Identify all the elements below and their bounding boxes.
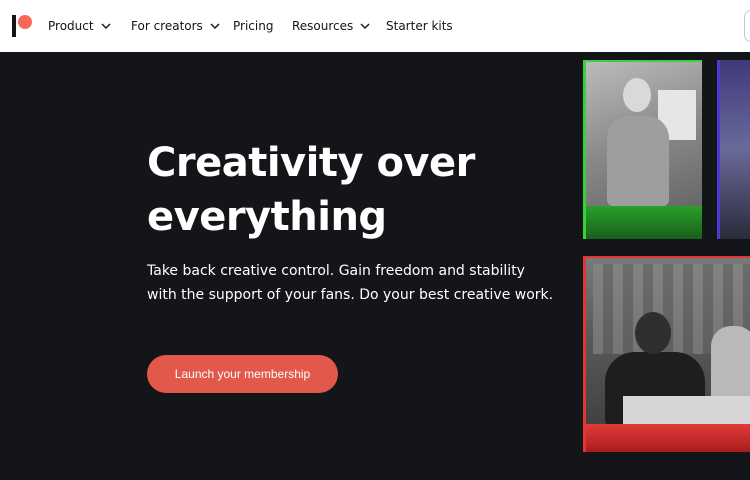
nav-edge-control[interactable] bbox=[744, 10, 750, 42]
chevron-down-icon bbox=[101, 21, 111, 31]
nav-item-label: Starter kits bbox=[386, 19, 453, 33]
nav-item-product[interactable]: Product bbox=[48, 0, 111, 52]
nav-item-label: For creators bbox=[131, 19, 203, 33]
creator-photo-partial bbox=[717, 60, 750, 239]
nav-item-label: Resources bbox=[292, 19, 354, 33]
nav-item-for-creators[interactable]: For creators bbox=[131, 0, 220, 52]
creator-photo-podcast bbox=[583, 256, 750, 452]
chevron-down-icon bbox=[360, 21, 370, 31]
chevron-down-icon bbox=[210, 21, 220, 31]
nav-item-pricing[interactable]: Pricing bbox=[233, 0, 273, 52]
hero-title-line-2: everything bbox=[147, 194, 387, 240]
nav-item-label: Pricing bbox=[233, 19, 274, 33]
hero-title-line-1: Creativity over bbox=[147, 140, 475, 186]
creator-photo-woman bbox=[583, 60, 702, 239]
hero-subtitle: Take back creative control. Gain freedom… bbox=[147, 263, 554, 303]
nav-item-starter-kits[interactable]: Starter kits bbox=[386, 0, 453, 52]
nav-item-resources[interactable]: Resources bbox=[292, 0, 370, 52]
patreon-logo-icon[interactable] bbox=[12, 15, 34, 37]
top-nav: Product For creators Pricing Resources S… bbox=[0, 0, 750, 52]
launch-membership-button[interactable]: Launch your membership bbox=[147, 355, 338, 393]
nav-item-label: Product bbox=[48, 19, 94, 33]
hero-title: Creativity over everything bbox=[147, 136, 567, 244]
